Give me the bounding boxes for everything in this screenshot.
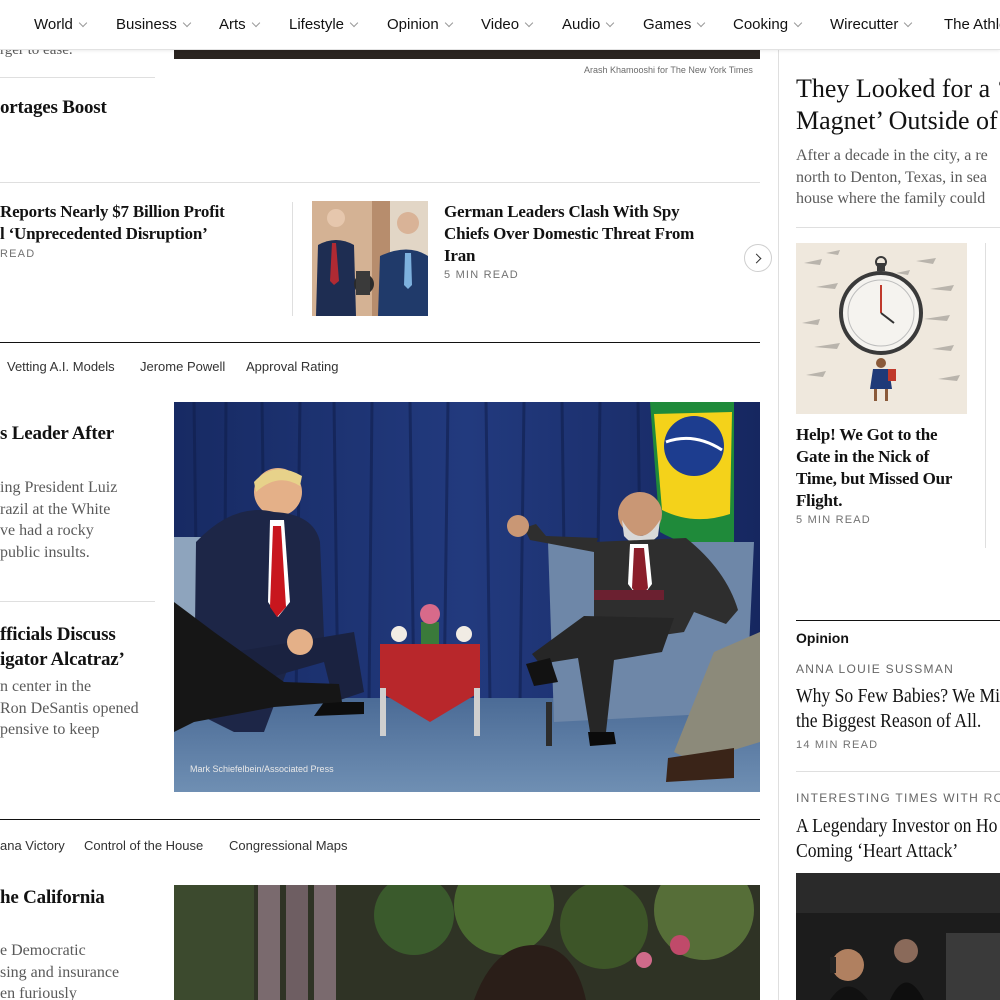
summary-line: razil at the White	[0, 500, 111, 518]
read-time: 5 MIN READ	[444, 269, 519, 281]
top-story-photo[interactable]	[174, 50, 760, 59]
carousel-next-button[interactable]	[744, 244, 772, 272]
summary-line: e Democratic	[0, 942, 86, 959]
read-time: 5 MIN READ	[796, 514, 871, 526]
section-label-opinion[interactable]: Opinion	[796, 630, 849, 646]
section-divider	[796, 620, 1000, 621]
lead-story-headline[interactable]: s Leader After	[0, 423, 114, 445]
travel-illustration[interactable]	[796, 243, 967, 414]
summary-line: Ron DeSantis opened	[0, 699, 139, 717]
topic-link-vetting-ai[interactable]: Vetting A.I. Models	[7, 359, 115, 374]
feature-summary-magnet[interactable]: After a decade in the city, a re north t…	[796, 145, 988, 210]
meeting-photo-illustration	[174, 402, 760, 792]
headline-line: the Biggest Reason of All.	[796, 710, 982, 732]
headline-line: Magnet’ Outside of	[796, 106, 998, 135]
summary-line: ing President Luiz	[0, 479, 118, 496]
headline-line: A Legendary Investor on Ho	[796, 815, 998, 837]
summary-line: pensive to keep	[0, 721, 100, 738]
feature-headline-magnet[interactable]: They Looked for a ‘ Magnet’ Outside of	[796, 73, 1000, 137]
read-time: READ	[0, 248, 36, 260]
nav-item-business[interactable]: Business	[116, 16, 192, 33]
nav-item-the-athletic[interactable]: The Athle	[944, 16, 1000, 33]
nav-item-cooking[interactable]: Cooking	[733, 16, 803, 33]
story-summary-alligator-alcatraz[interactable]: n center in the Ron DeSantis opened pens…	[0, 676, 139, 741]
carousel-item-profit[interactable]: Reports Nearly $7 Billion Profit l ‘Unpr…	[0, 201, 225, 245]
summary-line: en furiously	[0, 985, 77, 1000]
lead-story-photo[interactable]	[174, 402, 760, 792]
headline-line: They Looked for a ‘	[796, 74, 1000, 103]
headline-line: Coming ‘Heart Attack’	[796, 840, 959, 862]
chevron-down-icon	[251, 18, 260, 28]
nav-item-audio[interactable]: Audio	[562, 16, 615, 33]
divider-vertical	[292, 202, 293, 316]
story-summary-california[interactable]: e Democratic sing and insurance en furio…	[0, 940, 119, 1000]
opinion-kicker[interactable]: INTERESTING TIMES WITH ROS	[796, 791, 1000, 805]
nav-item-opinion[interactable]: Opinion	[387, 16, 453, 33]
travel-headline[interactable]: Help! We Got to the Gate in the Nick of …	[796, 424, 971, 512]
lead-story-summary[interactable]: ing President Luiz razil at the White ve…	[0, 477, 117, 563]
chevron-down-icon	[904, 18, 913, 28]
summary-line: house where the family could	[796, 190, 986, 207]
story-headline-shortages[interactable]: ortages Boost	[0, 97, 107, 119]
section-divider	[0, 342, 760, 343]
summary-line: After a decade in the city, a re	[796, 147, 988, 164]
nav-item-video[interactable]: Video	[481, 16, 534, 33]
summary-line: sing and insurance	[0, 963, 120, 981]
divider	[0, 601, 155, 602]
chevron-down-icon	[606, 18, 615, 28]
photo-illustration	[312, 201, 428, 316]
topic-link-congressional-maps[interactable]: Congressional Maps	[229, 838, 348, 853]
chevron-down-icon	[524, 18, 534, 28]
divider	[796, 227, 1000, 228]
carousel-headline-german-leaders[interactable]: German Leaders Clash With Spy Chiefs Ove…	[444, 201, 719, 267]
story-headline-california[interactable]: he California	[0, 887, 105, 909]
top-navigation-bar: World Business Arts Lifestyle Opinion Vi…	[0, 0, 1000, 50]
carousel-headline-line: Reports Nearly $7 Billion Profit	[0, 202, 225, 221]
photo-credit: Arash Khamooshi for The New York Times	[584, 65, 753, 75]
carousel-headline-line: l ‘Unprecedented Disruption’	[0, 224, 208, 243]
chevron-down-icon	[349, 18, 359, 28]
summary-line: ve had a rocky	[0, 522, 94, 539]
german-leaders-photo[interactable]	[312, 201, 428, 316]
topic-link-jerome-powell[interactable]: Jerome Powell	[140, 359, 225, 374]
topic-link-control-of-the-house[interactable]: Control of the House	[84, 838, 203, 853]
chevron-down-icon	[78, 18, 88, 28]
topic-link-indiana-victory[interactable]: ana Victory	[0, 838, 65, 853]
divider	[796, 771, 1000, 772]
california-story-photo[interactable]	[174, 885, 760, 1000]
photo-illustration	[174, 885, 760, 1000]
nav-item-arts[interactable]: Arts	[219, 16, 260, 33]
headline-line: igator Alcatraz’	[0, 649, 125, 670]
chevron-down-icon	[697, 18, 706, 28]
chevron-down-icon	[182, 18, 192, 28]
summary-line: north to Denton, Texas, in sea	[796, 168, 987, 186]
photo-credit: Mark Schiefelbein/Associated Press	[190, 764, 334, 774]
story-headline-alligator-alcatraz[interactable]: fficials Discuss igator Alcatraz’	[0, 622, 125, 672]
summary-line: public insults.	[0, 543, 90, 561]
read-time: 14 MIN READ	[796, 739, 879, 751]
nav-item-world[interactable]: World	[34, 16, 88, 33]
nav-item-games[interactable]: Games	[643, 16, 706, 33]
opinion-headline-investor[interactable]: A Legendary Investor on Ho Coming ‘Heart…	[796, 814, 997, 864]
nav-item-lifestyle[interactable]: Lifestyle	[289, 16, 359, 33]
headline-line: Why So Few Babies? We Mi	[796, 685, 1000, 707]
divider	[0, 182, 760, 183]
headline-line: fficials Discuss	[0, 624, 116, 645]
opinion-podcast-photo[interactable]	[796, 873, 1000, 1000]
divider	[0, 77, 155, 78]
section-divider	[0, 819, 760, 820]
opinion-author[interactable]: ANNA LOUIE SUSSMAN	[796, 662, 954, 676]
divider-vertical	[985, 243, 986, 548]
stopwatch-illustration	[796, 243, 967, 414]
photo-illustration	[796, 873, 1000, 1000]
summary-line: n center in the	[0, 678, 92, 695]
topic-link-approval-rating[interactable]: Approval Rating	[246, 359, 339, 374]
chevron-right-icon	[751, 253, 762, 263]
column-divider	[778, 50, 779, 1000]
nav-item-wirecutter[interactable]: Wirecutter	[830, 16, 913, 33]
chevron-down-icon	[444, 18, 453, 28]
chevron-down-icon	[793, 18, 803, 28]
opinion-headline-babies[interactable]: Why So Few Babies? We Mi the Biggest Rea…	[796, 684, 1000, 734]
